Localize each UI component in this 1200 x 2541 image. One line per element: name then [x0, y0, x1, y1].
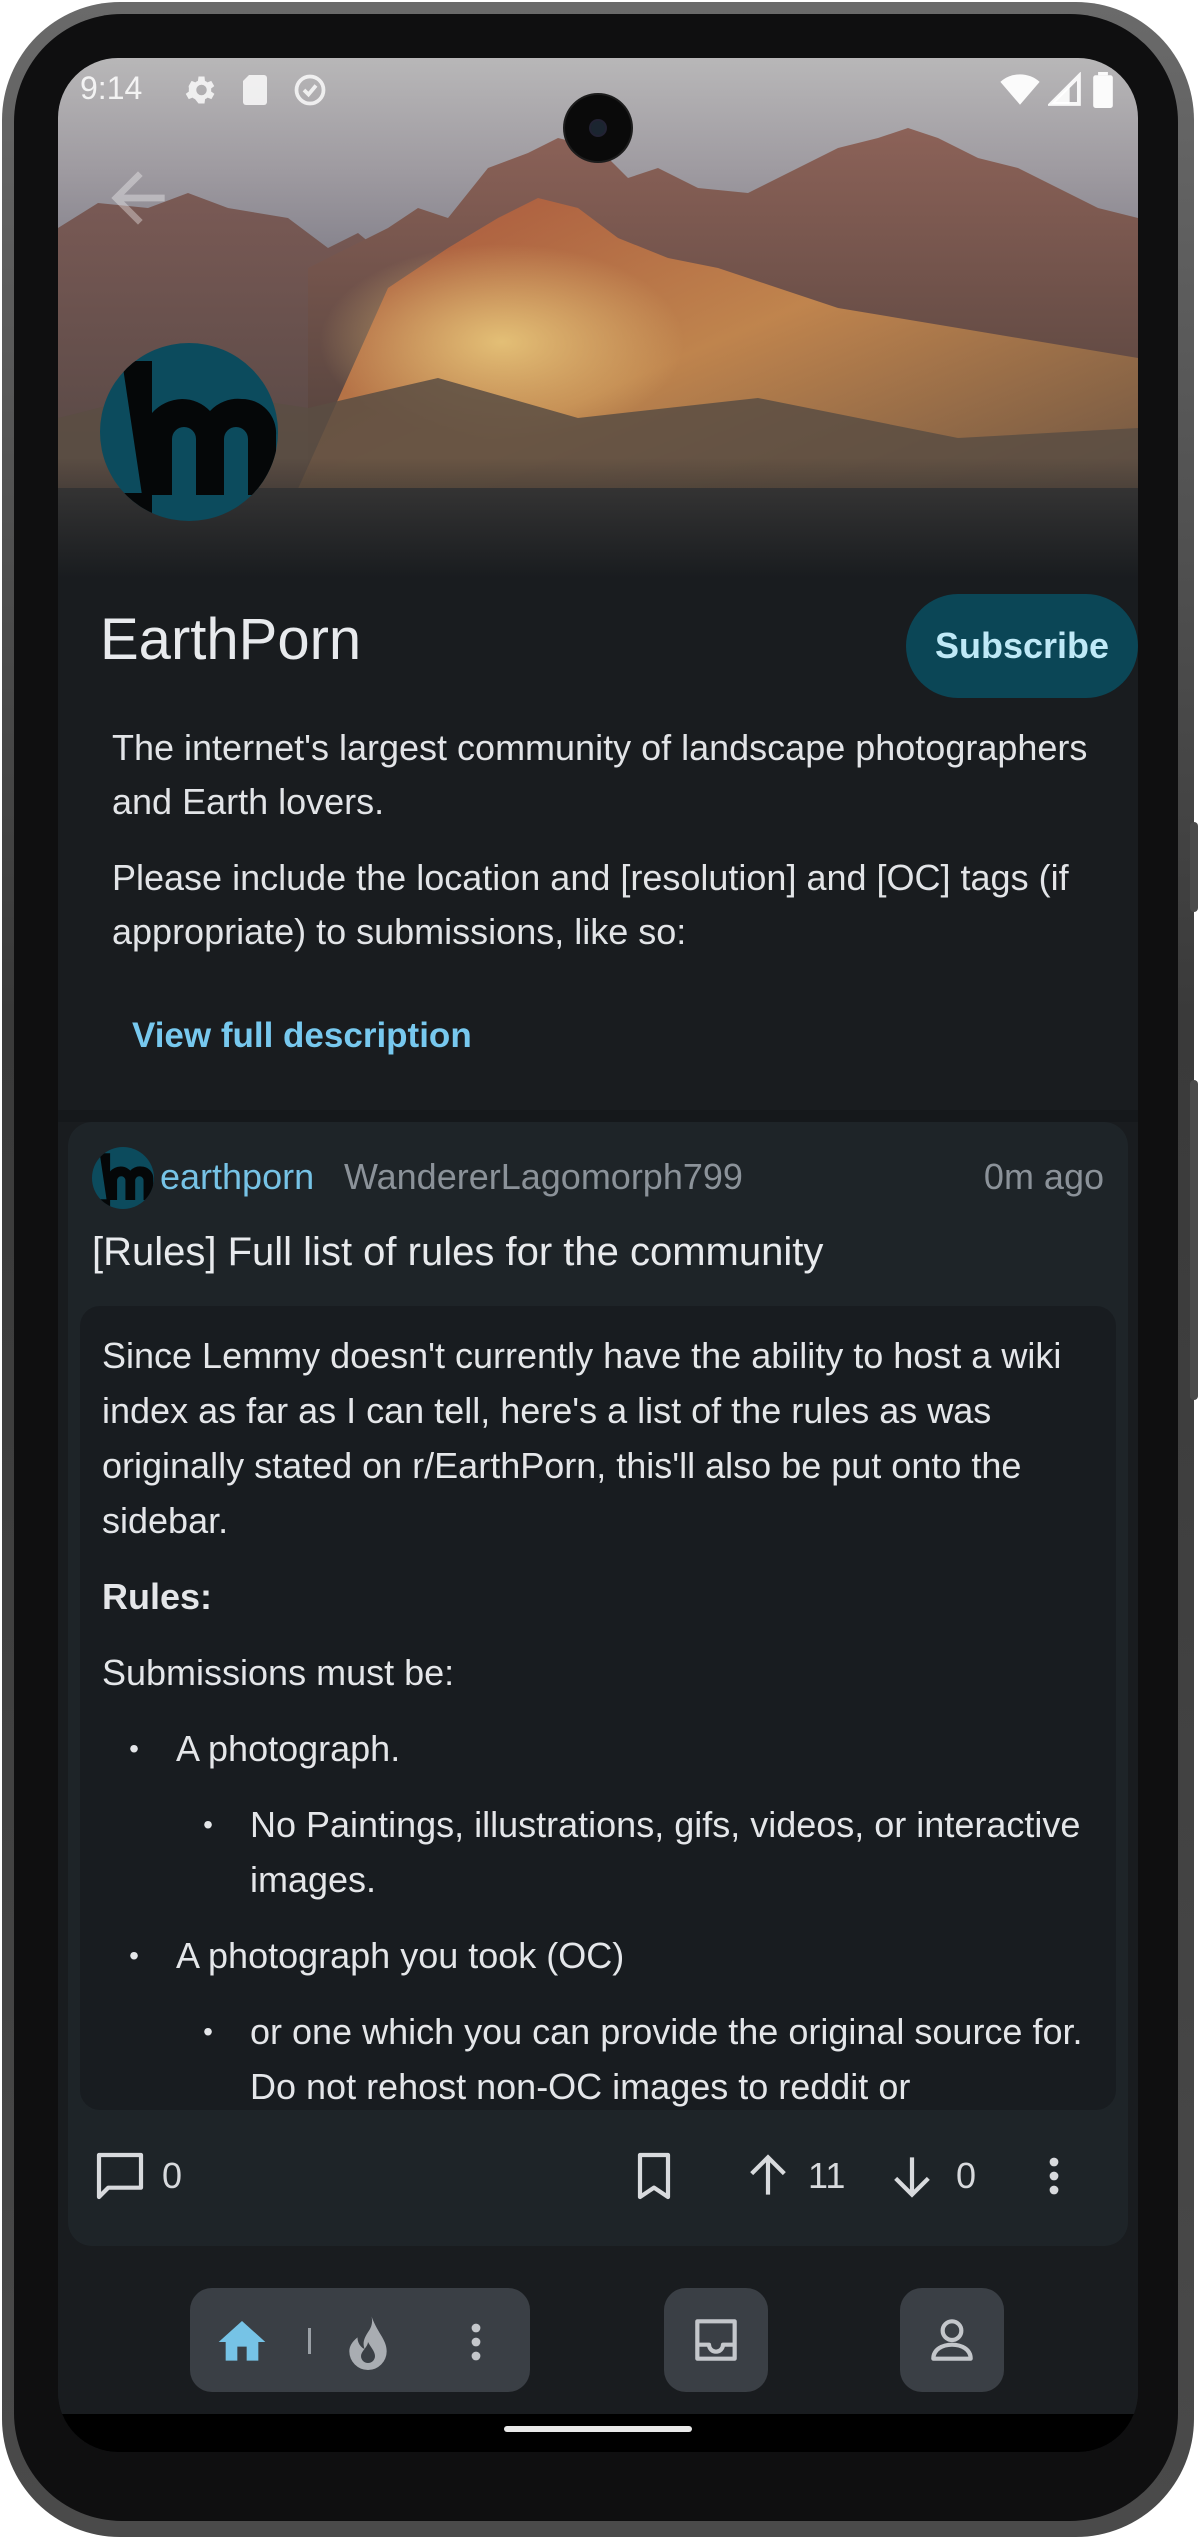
- sd-card-icon: [243, 75, 267, 105]
- post-actions-bar: 0 11 0: [68, 2140, 1128, 2212]
- nav-inbox-button[interactable]: [664, 2288, 768, 2392]
- wifi-icon: [1000, 74, 1040, 105]
- rules-heading: Rules:: [102, 1576, 213, 1617]
- post-community-avatar[interactable]: [92, 1147, 154, 1209]
- view-full-description-button[interactable]: View full description: [132, 1016, 472, 1056]
- nav-divider: [308, 2328, 311, 2354]
- post-title[interactable]: [Rules] Full list of rules for the commu…: [92, 1230, 823, 1275]
- post-card[interactable]: earthporn WandererLagomorph799 0m ago [R…: [68, 1122, 1128, 2246]
- back-arrow-icon[interactable]: [98, 158, 178, 238]
- post-author-link[interactable]: WandererLagomorph799: [344, 1156, 743, 1198]
- community-title: EarthPorn: [100, 607, 362, 672]
- post-body-paragraph: Submissions must be:: [102, 1652, 455, 1693]
- home-icon[interactable]: [214, 2314, 270, 2370]
- hot-icon[interactable]: [340, 2314, 396, 2370]
- bookmark-button[interactable]: [626, 2140, 682, 2212]
- battery-icon: [1093, 72, 1113, 108]
- nav-home-group: [190, 2288, 530, 2392]
- data-saver-icon: [294, 74, 326, 106]
- post-timestamp: 0m ago: [983, 1156, 1104, 1197]
- list-item: • A photograph.: [102, 1721, 1092, 1776]
- downvote-count: 0: [956, 2155, 977, 2196]
- bookmark-icon: [637, 2152, 671, 2200]
- community-description: The internet's largest community of land…: [112, 721, 1112, 981]
- settings-icon: [185, 76, 215, 104]
- list-item: • No Paintings, illustrations, gifs, vide…: [102, 1797, 1092, 1907]
- post-body: Since Lemmy doesn't currently have the a…: [80, 1306, 1116, 2110]
- section-divider: [58, 1110, 1138, 1122]
- bullet: •: [129, 1940, 139, 1971]
- comments-button[interactable]: 0: [92, 2140, 182, 2212]
- post-community-link[interactable]: earthporn: [160, 1156, 314, 1198]
- account-icon: [931, 2319, 973, 2361]
- post-body-paragraph: Since Lemmy doesn't currently have the a…: [102, 1335, 1062, 1541]
- description-paragraph: The internet's largest community of land…: [112, 727, 1088, 822]
- post-header: earthporn WandererLagomorph799 0m ago: [92, 1144, 1104, 1210]
- upvote-count: 11: [808, 2155, 846, 2196]
- comment-count: 0: [162, 2155, 183, 2196]
- downvote-icon: [894, 2157, 930, 2198]
- upvote-button[interactable]: 11: [740, 2140, 845, 2212]
- app-screen: 9:14 EarthPorn Subscribe The internet's …: [58, 58, 1138, 2452]
- power-button: [1190, 1080, 1198, 1400]
- status-time: 9:14: [80, 70, 143, 106]
- more-vert-icon[interactable]: [452, 2314, 500, 2370]
- list-item: • A photograph you took (OC): [102, 1928, 1092, 1983]
- phone-device: 9:14 EarthPorn Subscribe The internet's …: [0, 0, 1200, 2541]
- list-item-text: or one which you can provide the origina…: [250, 2011, 1083, 2107]
- community-logo-icon: [122, 361, 277, 521]
- signal-icon: [1048, 72, 1081, 106]
- bullet: •: [129, 1733, 139, 1764]
- list-item-text: A photograph you took (OC): [176, 1935, 625, 1976]
- list-item-text: No Paintings, illustrations, gifs, video…: [250, 1804, 1081, 1900]
- list-item-text: A photograph.: [176, 1728, 401, 1769]
- volume-button: [1190, 822, 1198, 912]
- list-item: • or one which you can provide the origin…: [102, 2004, 1092, 2110]
- bullet: •: [203, 1809, 213, 1840]
- inbox-icon: [695, 2319, 737, 2361]
- community-logo-icon: [99, 1153, 154, 1209]
- subscribe-button[interactable]: Subscribe: [906, 594, 1138, 698]
- post-more-button[interactable]: [1030, 2140, 1078, 2212]
- nav-account-button[interactable]: [900, 2288, 1004, 2392]
- front-camera: [565, 95, 631, 161]
- more-vert-icon: [1049, 2157, 1059, 2195]
- gesture-bar: [58, 2414, 1138, 2452]
- rules-list: • A photograph. • No Paintings, illustrati…: [102, 1721, 1092, 2110]
- upvote-icon: [750, 2154, 786, 2195]
- community-avatar: [100, 343, 278, 521]
- description-paragraph: Please include the location and [resolut…: [112, 857, 1069, 952]
- bullet: •: [203, 2016, 213, 2047]
- comment-icon: [96, 2152, 144, 2200]
- downvote-button[interactable]: 0: [884, 2140, 976, 2212]
- gesture-handle[interactable]: [504, 2426, 692, 2432]
